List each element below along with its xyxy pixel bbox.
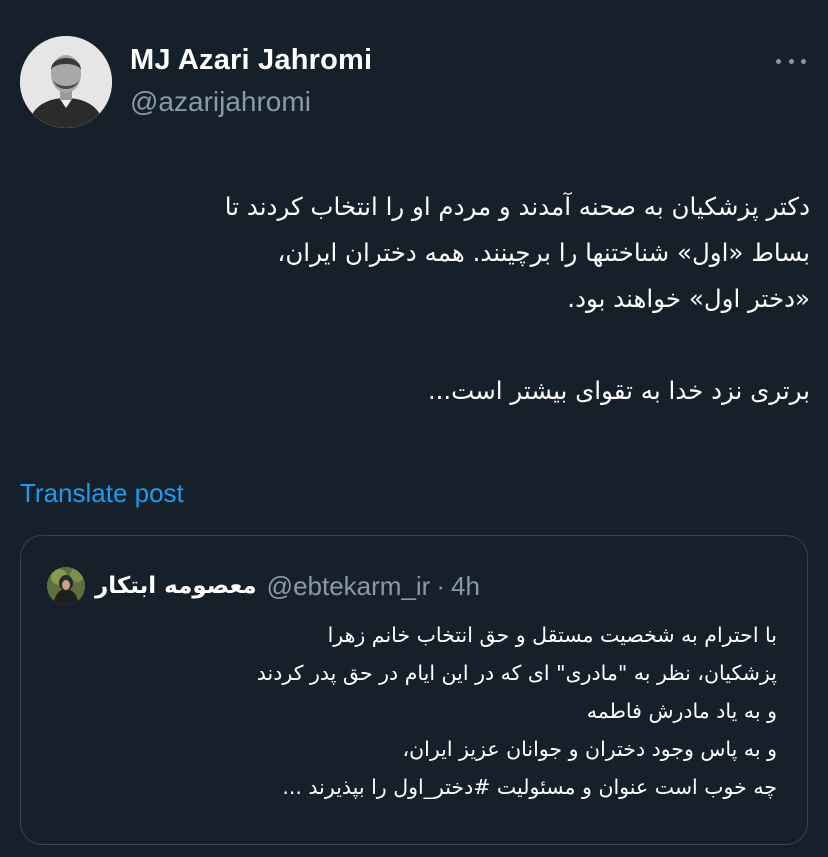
more-horizontal-icon[interactable] [776, 54, 806, 68]
more-dot [801, 58, 806, 64]
more-dot [788, 58, 794, 64]
quoted-timestamp[interactable]: 4h [451, 571, 480, 602]
tweet-text-line: بساط «اول» شناختنها را برچینند. همه دختر… [277, 238, 810, 267]
quoted-tweet-body: با احترام به شخصیت مستقل و حق انتخاب خان… [47, 616, 777, 806]
tweet-text-line: برتری نزد خدا به تقوای بیشتر است... [427, 376, 810, 405]
quoted-tweet-header: معصومه ابتکار @ebtekarm_ir · 4h [47, 566, 480, 606]
translate-post-link[interactable]: Translate post [20, 478, 184, 509]
author-avatar-photo [20, 36, 112, 128]
quoted-text-line: و به پاس وجود دختران و جوانان عزیز ایران… [402, 737, 777, 761]
author-display-name[interactable]: MJ Azari Jahromi [130, 44, 372, 77]
quoted-text-line: با احترام به شخصیت مستقل و حق انتخاب خان… [327, 623, 777, 647]
quoted-author-avatar[interactable] [47, 567, 85, 605]
quoted-tweet-card[interactable]: معصومه ابتکار @ebtekarm_ir · 4h با احترا… [20, 535, 808, 845]
quoted-author-handle[interactable]: @ebtekarm_ir [267, 571, 431, 602]
quoted-text-line: چه خوب است عنوان و مسئولیت #دختر_اول را … [282, 775, 777, 799]
author-handle[interactable]: @azarijahromi [130, 86, 311, 118]
dot-separator: · [436, 570, 446, 601]
tweet-text-line: «دختر اول» خواهند بود. [567, 284, 810, 313]
tweet-body: دکتر پزشکیان به صحنه آمدند و مردم او را … [20, 184, 810, 414]
more-dot [776, 58, 781, 64]
tweet-text-line: دکتر پزشکیان به صحنه آمدند و مردم او را … [224, 192, 810, 221]
tweet-header: MJ Azari Jahromi @azarijahromi [20, 36, 810, 132]
quoted-author-avatar-photo [47, 567, 85, 605]
quoted-text-line: و به یاد مادرش فاطمه [586, 699, 777, 723]
author-avatar[interactable] [20, 36, 112, 128]
quoted-author-name[interactable]: معصومه ابتکار [95, 573, 257, 599]
quoted-text-line: پزشکیان، نظر به "مادری" ای که در این ایا… [256, 661, 777, 685]
